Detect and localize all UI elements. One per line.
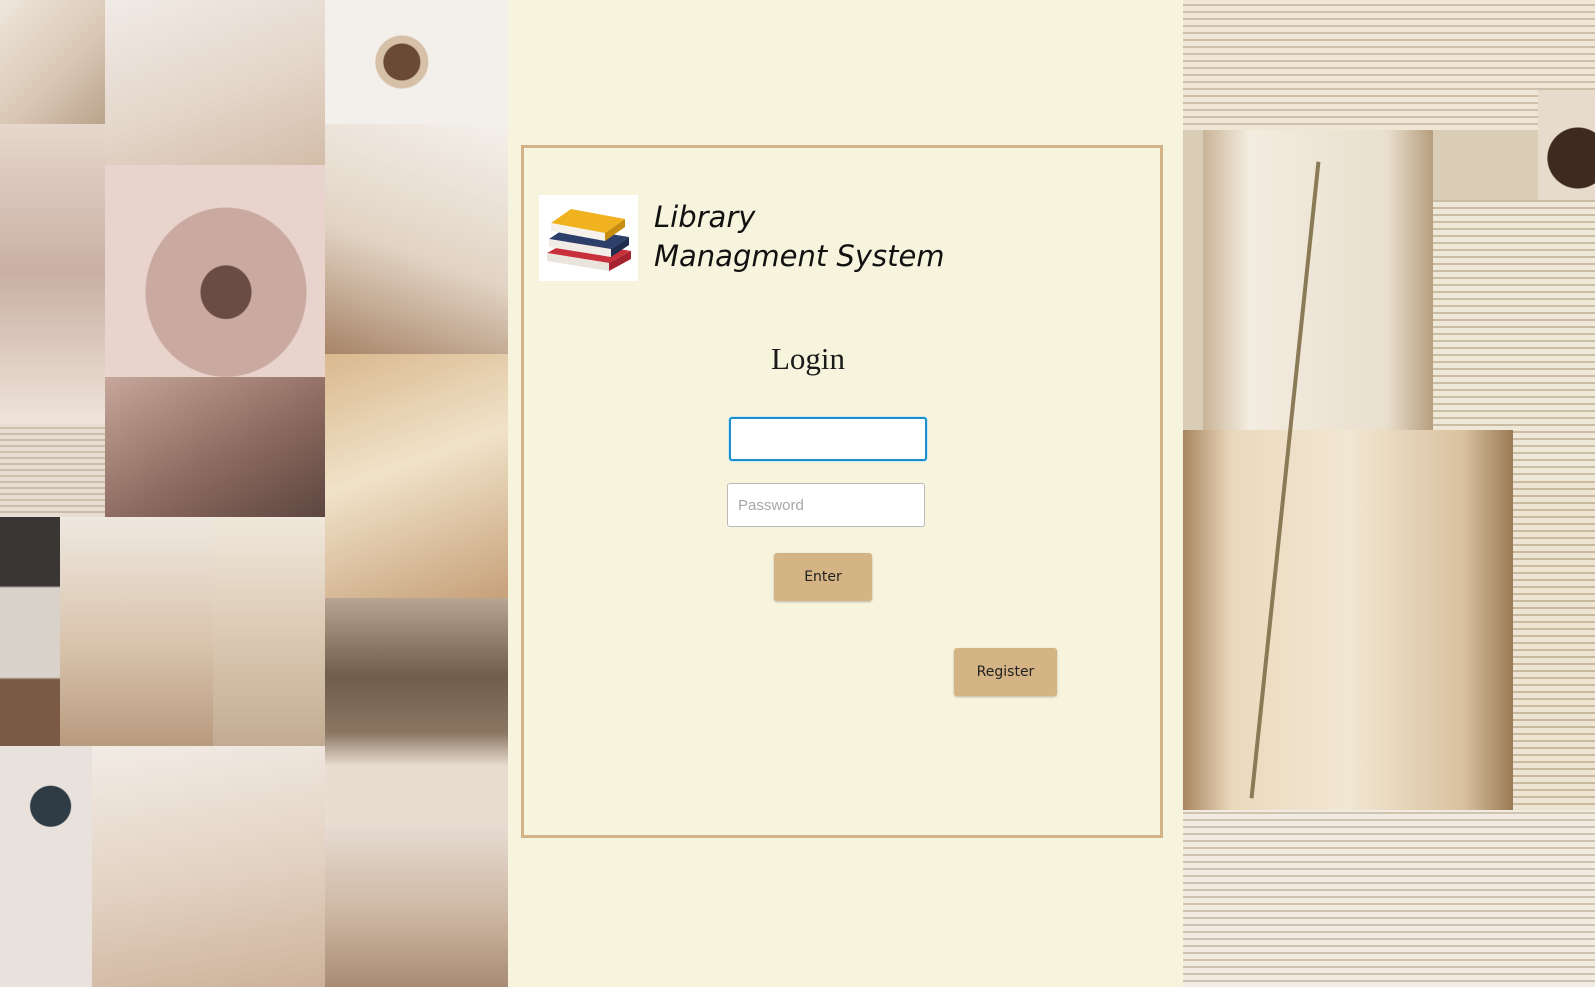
collage-tile-book-flatlay <box>105 0 325 165</box>
collage-tile-book-stack <box>213 517 325 746</box>
photo-page-corner <box>1513 480 1595 810</box>
login-heading: Login <box>771 341 846 376</box>
collage-tile-candle-table <box>0 746 92 987</box>
collage-tile-newspaper <box>0 424 105 517</box>
app-title-line1: Library <box>654 200 756 234</box>
collage-tile-coffee-cup <box>325 0 508 124</box>
login-panel: Library Managment System Login Enter Reg… <box>521 145 1163 838</box>
app-logo <box>539 195 638 281</box>
app-title: Library Managment System <box>654 198 945 276</box>
collage-tile-dried-flowers-book <box>325 354 508 598</box>
photo-book-bottom <box>1183 810 1595 987</box>
collage-tile-secret-history-book <box>92 746 325 987</box>
book-stack-icon <box>547 209 631 271</box>
collage-tile-forest-book <box>325 598 508 822</box>
username-input[interactable] <box>729 417 927 461</box>
collage-tile-book-glasses <box>60 517 213 746</box>
register-button[interactable]: Register <box>954 648 1057 696</box>
password-input[interactable] <box>727 483 925 527</box>
left-photo-collage <box>0 0 508 987</box>
enter-button[interactable]: Enter <box>774 553 872 601</box>
photo-book-pages-top <box>1183 0 1595 130</box>
right-book-photo <box>1183 0 1595 987</box>
app-title-line2: Managment System <box>654 239 945 273</box>
collage-tile-flower-vase <box>325 822 508 987</box>
collage-tile-fanned-book <box>105 165 325 377</box>
collage-tile-page-closeup <box>105 377 325 517</box>
collage-tile-laptop <box>0 517 60 746</box>
photo-open-book-lower <box>1183 430 1513 810</box>
collage-tile-candle-books <box>0 124 105 424</box>
collage-tile-open-book <box>0 0 105 124</box>
collage-tile-glasses-coffee <box>325 124 508 354</box>
